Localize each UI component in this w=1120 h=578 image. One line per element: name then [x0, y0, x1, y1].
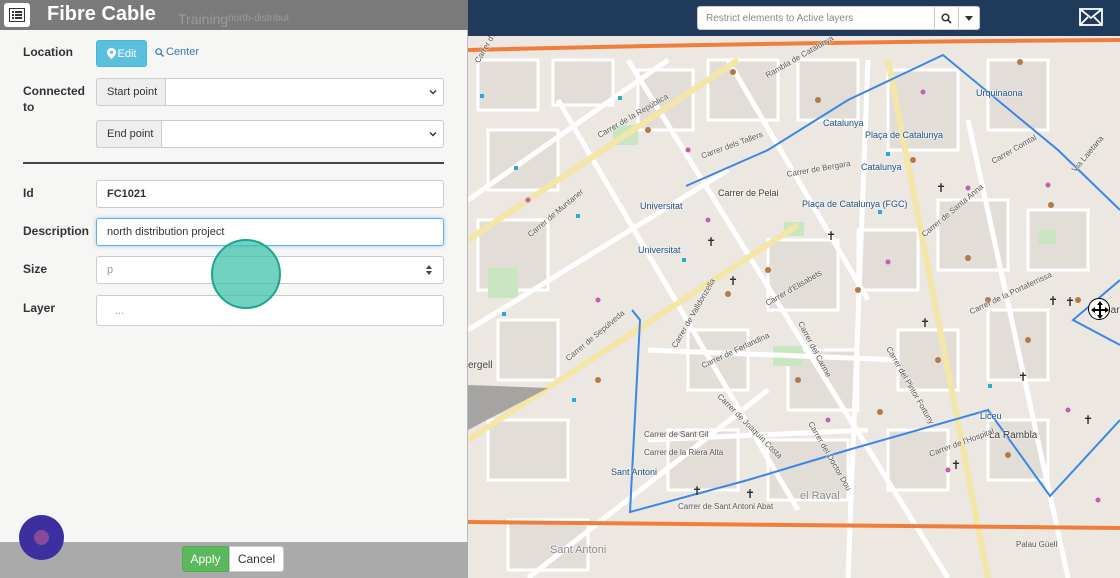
- background-tab: Training: [178, 11, 229, 27]
- chevron-down-icon: [429, 132, 437, 137]
- search-input[interactable]: [697, 6, 935, 30]
- layer-label: Layer: [23, 301, 56, 315]
- description-label: Description: [23, 224, 90, 238]
- tooltip-pointer: [468, 385, 548, 430]
- search-button[interactable]: [935, 6, 959, 30]
- search-options-button[interactable]: [959, 6, 980, 30]
- move-icon[interactable]: [1088, 298, 1110, 320]
- svg-text:✝: ✝: [692, 484, 702, 498]
- size-placeholder: p: [107, 264, 114, 276]
- svg-text:✝: ✝: [1018, 370, 1028, 384]
- chevron-down-icon: [429, 90, 437, 95]
- start-point-select[interactable]: [166, 78, 444, 106]
- end-point-select[interactable]: [162, 120, 444, 148]
- center-label: Center: [166, 46, 200, 58]
- id-value: FC1021: [107, 188, 147, 200]
- zoom-icon: [155, 47, 164, 57]
- caret-down-icon: [965, 15, 973, 21]
- apply-button[interactable]: Apply: [182, 546, 229, 572]
- edit-label: Edit: [117, 47, 137, 60]
- mail-icon[interactable]: [1079, 8, 1103, 26]
- svg-text:✝: ✝: [951, 458, 961, 472]
- list-icon: [9, 8, 25, 22]
- end-point-label: End point: [96, 120, 162, 148]
- background-tab: north-distribut: [228, 13, 290, 24]
- start-point-group: Start point: [96, 78, 444, 106]
- spinner-arrows-icon[interactable]: [425, 264, 433, 276]
- chat-bubble-button[interactable]: [19, 515, 64, 560]
- description-field[interactable]: north distribution project: [96, 218, 444, 246]
- panel-header: Training north-distribut Fibre Cable: [0, 0, 468, 30]
- chat-icon: [34, 530, 49, 545]
- svg-text:✝: ✝: [1048, 294, 1058, 308]
- layer-placeholder: ...: [115, 304, 125, 317]
- search-icon: [941, 12, 952, 24]
- click-indicator: [211, 239, 281, 309]
- svg-text:✝: ✝: [826, 229, 836, 243]
- end-point-group: End point: [96, 120, 444, 148]
- size-label: Size: [23, 262, 48, 276]
- panel-title: Fibre Cable: [47, 3, 156, 25]
- svg-text:✝: ✝: [936, 181, 946, 195]
- cancel-button[interactable]: Cancel: [229, 546, 284, 572]
- top-toolbar: [468, 0, 1120, 36]
- connected-to-label: Connected to: [23, 84, 86, 114]
- section-divider: [23, 162, 444, 164]
- id-field[interactable]: FC1021: [96, 180, 444, 208]
- location-label: Location: [23, 45, 73, 59]
- map-canvas[interactable]: ✝ ✝ ✝ ✝ ✝ ✝ ✝ ✝ ✝ ✝ ✝ ✝: [468, 0, 1120, 578]
- edit-location-button[interactable]: Edit: [96, 40, 147, 67]
- list-menu-button[interactable]: [4, 3, 30, 27]
- svg-text:✝: ✝: [1065, 295, 1075, 309]
- layer-search: [697, 6, 980, 30]
- id-label: Id: [23, 186, 34, 200]
- map-marker-icon: [106, 48, 116, 59]
- svg-text:✝: ✝: [728, 274, 738, 288]
- feature-editor-panel: Training north-distribut Fibre Cable Loc…: [0, 0, 468, 578]
- svg-text:✝: ✝: [920, 316, 930, 330]
- layer-field[interactable]: ...: [96, 295, 444, 326]
- svg-text:✝: ✝: [706, 235, 716, 249]
- description-value: north distribution project: [107, 226, 225, 238]
- svg-text:✝: ✝: [745, 487, 755, 501]
- center-location-link[interactable]: Center: [155, 46, 199, 58]
- svg-text:✝: ✝: [1083, 413, 1093, 427]
- start-point-label: Start point: [96, 78, 166, 106]
- map-view[interactable]: ✝✝✝ ✝✝✝ ✝✝✝ ✝✝✝ Carrer de Trafalgar Urqu…: [468, 0, 1120, 578]
